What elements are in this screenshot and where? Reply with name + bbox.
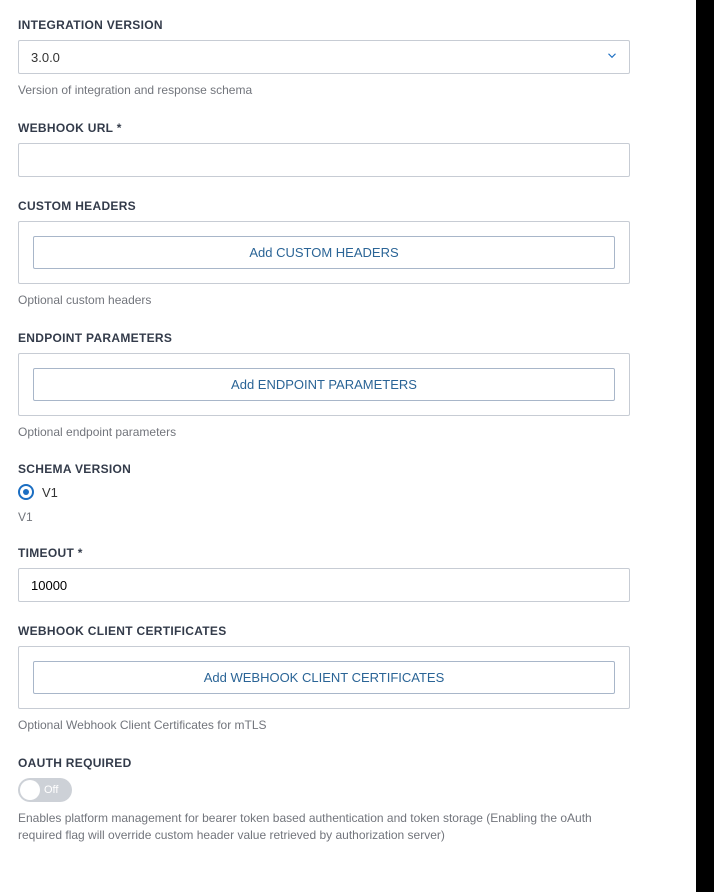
integration-version-select[interactable]: 3.0.0 — [18, 40, 630, 74]
radio-selected-icon — [23, 489, 29, 495]
chevron-down-icon — [605, 49, 619, 66]
endpoint-parameters-help: Optional endpoint parameters — [18, 424, 630, 441]
webhook-url-field: WEBHOOK URL * — [18, 121, 630, 177]
oauth-required-toggle[interactable]: Off — [18, 778, 72, 802]
integration-version-field: INTEGRATION VERSION 3.0.0 Version of int… — [18, 18, 630, 99]
add-endpoint-parameters-button[interactable]: Add ENDPOINT PARAMETERS — [33, 368, 615, 401]
endpoint-parameters-label: ENDPOINT PARAMETERS — [18, 331, 630, 345]
webhook-url-input[interactable] — [18, 143, 630, 177]
toggle-state-label: Off — [44, 784, 58, 796]
add-custom-headers-button[interactable]: Add CUSTOM HEADERS — [33, 236, 615, 269]
right-border-decoration — [696, 0, 714, 892]
oauth-required-label: OAUTH REQUIRED — [18, 756, 630, 770]
oauth-required-field: OAUTH REQUIRED Off Enables platform mana… — [18, 756, 630, 844]
toggle-knob-icon — [20, 780, 40, 800]
schema-version-label: SCHEMA VERSION — [18, 462, 630, 476]
add-webhook-client-certs-button[interactable]: Add WEBHOOK CLIENT CERTIFICATES — [33, 661, 615, 694]
schema-version-option-label: V1 — [42, 485, 58, 500]
schema-version-field: SCHEMA VERSION V1 V1 — [18, 462, 630, 524]
custom-headers-help: Optional custom headers — [18, 292, 630, 309]
custom-headers-label: CUSTOM HEADERS — [18, 199, 630, 213]
custom-headers-field: CUSTOM HEADERS Add CUSTOM HEADERS Option… — [18, 199, 630, 309]
oauth-required-help: Enables platform management for bearer t… — [18, 810, 630, 844]
integration-version-value: 3.0.0 — [31, 50, 60, 65]
integration-version-help: Version of integration and response sche… — [18, 82, 630, 99]
webhook-client-certs-panel: Add WEBHOOK CLIENT CERTIFICATES — [18, 646, 630, 709]
integration-version-label: INTEGRATION VERSION — [18, 18, 630, 32]
schema-version-option-row[interactable]: V1 — [18, 484, 630, 500]
webhook-client-certs-help: Optional Webhook Client Certificates for… — [18, 717, 630, 734]
schema-version-selected: V1 — [18, 510, 630, 524]
radio-button-icon[interactable] — [18, 484, 34, 500]
timeout-label: TIMEOUT * — [18, 546, 630, 560]
webhook-client-certs-field: WEBHOOK CLIENT CERTIFICATES Add WEBHOOK … — [18, 624, 630, 734]
custom-headers-panel: Add CUSTOM HEADERS — [18, 221, 630, 284]
webhook-client-certs-label: WEBHOOK CLIENT CERTIFICATES — [18, 624, 630, 638]
endpoint-parameters-field: ENDPOINT PARAMETERS Add ENDPOINT PARAMET… — [18, 331, 630, 441]
timeout-input[interactable] — [18, 568, 630, 602]
webhook-url-label: WEBHOOK URL * — [18, 121, 630, 135]
timeout-field: TIMEOUT * — [18, 546, 630, 602]
endpoint-parameters-panel: Add ENDPOINT PARAMETERS — [18, 353, 630, 416]
